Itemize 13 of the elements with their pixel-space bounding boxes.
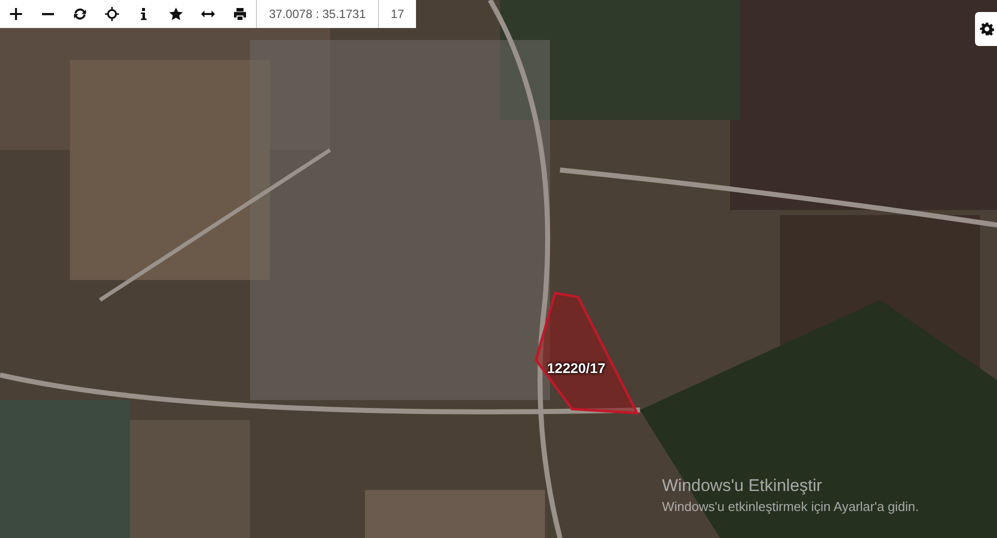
activation-title: Windows'u Etkinleştir bbox=[662, 475, 824, 497]
coordinates-readout: 37.0078 : 35.1731 bbox=[256, 0, 378, 28]
crosshair-icon bbox=[105, 7, 119, 21]
refresh-icon bbox=[73, 7, 87, 21]
printer-icon bbox=[233, 7, 247, 21]
activation-message: Windows'u etkinleştirmek için Ayarlar'a gidin. bbox=[662, 498, 919, 516]
zoom-in-icon bbox=[9, 7, 23, 21]
star-icon bbox=[169, 7, 183, 21]
parcel-label: 12220/17 bbox=[547, 359, 606, 378]
settings-icon bbox=[980, 22, 994, 36]
satellite-map-drawing[interactable] bbox=[0, 0, 997, 538]
settings-button[interactable] bbox=[975, 12, 997, 46]
zoom-level: 17 bbox=[378, 0, 416, 28]
